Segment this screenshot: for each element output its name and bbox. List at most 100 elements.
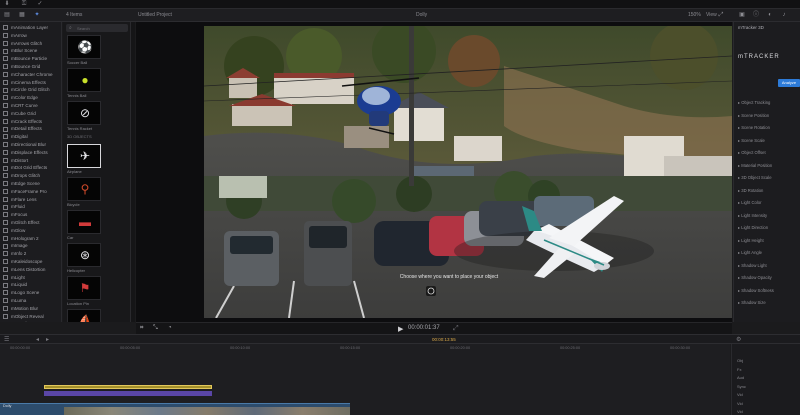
- checkbox[interactable]: [3, 87, 8, 93]
- inspector-parameter[interactable]: ▸ Shadow Softness: [738, 288, 774, 293]
- checkbox[interactable]: [3, 189, 8, 195]
- checkbox[interactable]: [3, 157, 8, 163]
- browser-item[interactable]: mDot Grid Effects: [3, 164, 61, 172]
- browser-item[interactable]: mLogo Scene: [3, 289, 61, 297]
- browser-item[interactable]: mLight: [3, 274, 61, 282]
- effect-thumbnail[interactable]: ⊘: [67, 101, 101, 125]
- effect-thumbnail[interactable]: ⚑: [67, 276, 101, 300]
- view-menu[interactable]: View: [706, 12, 717, 18]
- rotate-handle-icon[interactable]: [426, 286, 436, 296]
- effect-thumbnail[interactable]: ⚽: [67, 35, 101, 59]
- checkbox[interactable]: [3, 196, 8, 202]
- fullscreen-playback-icon[interactable]: ⤢: [453, 325, 459, 333]
- browser-item[interactable]: mCharacter Chrome: [3, 71, 61, 79]
- browser-item[interactable]: mDisplace Effects: [3, 149, 61, 157]
- photos-toggle-icon[interactable]: ▦: [18, 12, 26, 19]
- browser-item[interactable]: mHologram 2: [3, 235, 61, 243]
- browser-item[interactable]: mLuma: [3, 297, 61, 305]
- browser-item[interactable]: mEdge Scene: [3, 180, 61, 188]
- browser-item[interactable]: mArrows Glitch: [3, 40, 61, 48]
- browser-item[interactable]: mBounce Grid: [3, 63, 61, 71]
- effect-thumbnail[interactable]: ⚲: [67, 177, 101, 201]
- browser-item[interactable]: mFocus: [3, 211, 61, 219]
- analyze-button[interactable]: Analyze: [778, 79, 800, 87]
- browser-item[interactable]: mAnimation Layer: [3, 24, 61, 32]
- inspector-info-icon[interactable]: ⓘ: [752, 12, 760, 19]
- browser-item[interactable]: mFaceFrame Pro: [3, 188, 61, 196]
- speed-tool-icon[interactable]: ◔: [168, 325, 172, 331]
- inspector-parameter[interactable]: ▸ Scene Scale: [738, 138, 765, 143]
- browser-item[interactable]: mLens Distortion: [3, 266, 61, 274]
- video-frame[interactable]: Choose where you want to place your obje…: [204, 26, 732, 318]
- crop-tool-icon[interactable]: ⌗: [140, 325, 143, 332]
- effect-thumbnail[interactable]: ✈: [67, 144, 101, 168]
- import-icon[interactable]: ⬇: [3, 1, 11, 8]
- key-icon[interactable]: ⚿: [20, 1, 28, 8]
- checkbox[interactable]: [3, 259, 8, 265]
- effect-thumbnail[interactable]: ⛵: [67, 309, 101, 322]
- inspector-color-icon[interactable]: ◐: [766, 12, 774, 19]
- browser-item[interactable]: mColor Edge: [3, 94, 61, 102]
- checkbox[interactable]: [3, 165, 8, 171]
- checkbox[interactable]: [3, 134, 8, 140]
- checkbox[interactable]: [3, 243, 8, 249]
- inspector-video-icon[interactable]: ▣: [738, 12, 746, 19]
- inspector-parameter[interactable]: ▸ 3D Object Scale: [738, 175, 772, 180]
- inspector-parameter[interactable]: ▸ Shadow Size: [738, 300, 766, 305]
- browser-item[interactable]: mCRT Curve: [3, 102, 61, 110]
- checkbox[interactable]: [3, 142, 8, 148]
- checkbox[interactable]: [3, 33, 8, 39]
- browser-item[interactable]: mDrops Glitch: [3, 172, 61, 180]
- checkbox[interactable]: [3, 212, 8, 218]
- browser-scrollbar[interactable]: [131, 22, 135, 322]
- browser-item[interactable]: mCinema Effects: [3, 79, 61, 87]
- checkbox[interactable]: [3, 298, 8, 304]
- browser-item[interactable]: mFluid: [3, 203, 61, 211]
- browser-item[interactable]: mBounce Particle: [3, 55, 61, 63]
- browser-item[interactable]: mDigital: [3, 133, 61, 141]
- browser-item[interactable]: mCube Grid: [3, 110, 61, 118]
- checkbox[interactable]: [3, 181, 8, 187]
- inspector-parameter[interactable]: ▸ Scene Position: [738, 113, 769, 118]
- inspector-parameter[interactable]: ▸ Shadow Light: [738, 263, 767, 268]
- checkbox[interactable]: [3, 235, 8, 241]
- checkbox[interactable]: [3, 251, 8, 257]
- inspector-parameter[interactable]: ▸ Light Direction: [738, 225, 768, 230]
- browser-item[interactable]: mObject Reveal: [3, 313, 61, 321]
- checkbox[interactable]: [3, 48, 8, 54]
- inspector-parameter[interactable]: ▸ Shadow Opacity: [738, 275, 772, 280]
- checkbox[interactable]: [3, 64, 8, 70]
- checkbox[interactable]: [3, 173, 8, 179]
- browser-item[interactable]: mMotion Blur: [3, 305, 61, 313]
- inspector-parameter[interactable]: ▸ Object Tracking: [738, 100, 770, 105]
- browser-item[interactable]: mLiquid: [3, 281, 61, 289]
- checkbox[interactable]: [3, 111, 8, 117]
- check-icon[interactable]: ✓: [36, 1, 44, 8]
- timeline-settings-icon[interactable]: ⚙: [736, 336, 741, 343]
- inspector-parameter[interactable]: ▸ Light Height: [738, 238, 764, 243]
- checkbox[interactable]: [3, 72, 8, 78]
- inspector-parameter[interactable]: ▸ Light Color: [738, 200, 762, 205]
- inspector-parameter[interactable]: ▸ 3D Rotation: [738, 188, 763, 193]
- effects-search-field[interactable]: ⌕ Search: [66, 24, 128, 32]
- effect-clip-bar[interactable]: [44, 391, 212, 396]
- transform-tool-icon[interactable]: ⤡: [153, 325, 158, 332]
- inspector-parameter[interactable]: ▸ Object Offset: [738, 150, 766, 155]
- browser-item[interactable]: mArrow: [3, 32, 61, 40]
- browser-item[interactable]: mInfo 2: [3, 250, 61, 258]
- browser-item[interactable]: mGlitch Effect: [3, 219, 61, 227]
- browser-item[interactable]: mCircle Grid Glitch: [3, 86, 61, 94]
- zoom-level[interactable]: 150%: [688, 12, 701, 18]
- inspector-parameter[interactable]: ▸ Light Angle: [738, 250, 762, 255]
- browser-item[interactable]: mDirectional Blur: [3, 141, 61, 149]
- checkbox[interactable]: [3, 204, 8, 210]
- timeline[interactable]: 00:00:00:00 00:00:05:00 00:00:10:00 00:00:1…: [0, 344, 730, 415]
- play-button-icon[interactable]: ▶: [398, 325, 403, 333]
- checkbox[interactable]: [3, 306, 8, 312]
- checkbox[interactable]: [3, 274, 8, 280]
- inspector-parameter[interactable]: ▸ Scene Rotation: [738, 125, 770, 130]
- browser-item[interactable]: mImage: [3, 242, 61, 250]
- index-icon[interactable]: ☰: [4, 336, 9, 343]
- checkbox[interactable]: [3, 79, 8, 85]
- checkbox[interactable]: [3, 40, 8, 46]
